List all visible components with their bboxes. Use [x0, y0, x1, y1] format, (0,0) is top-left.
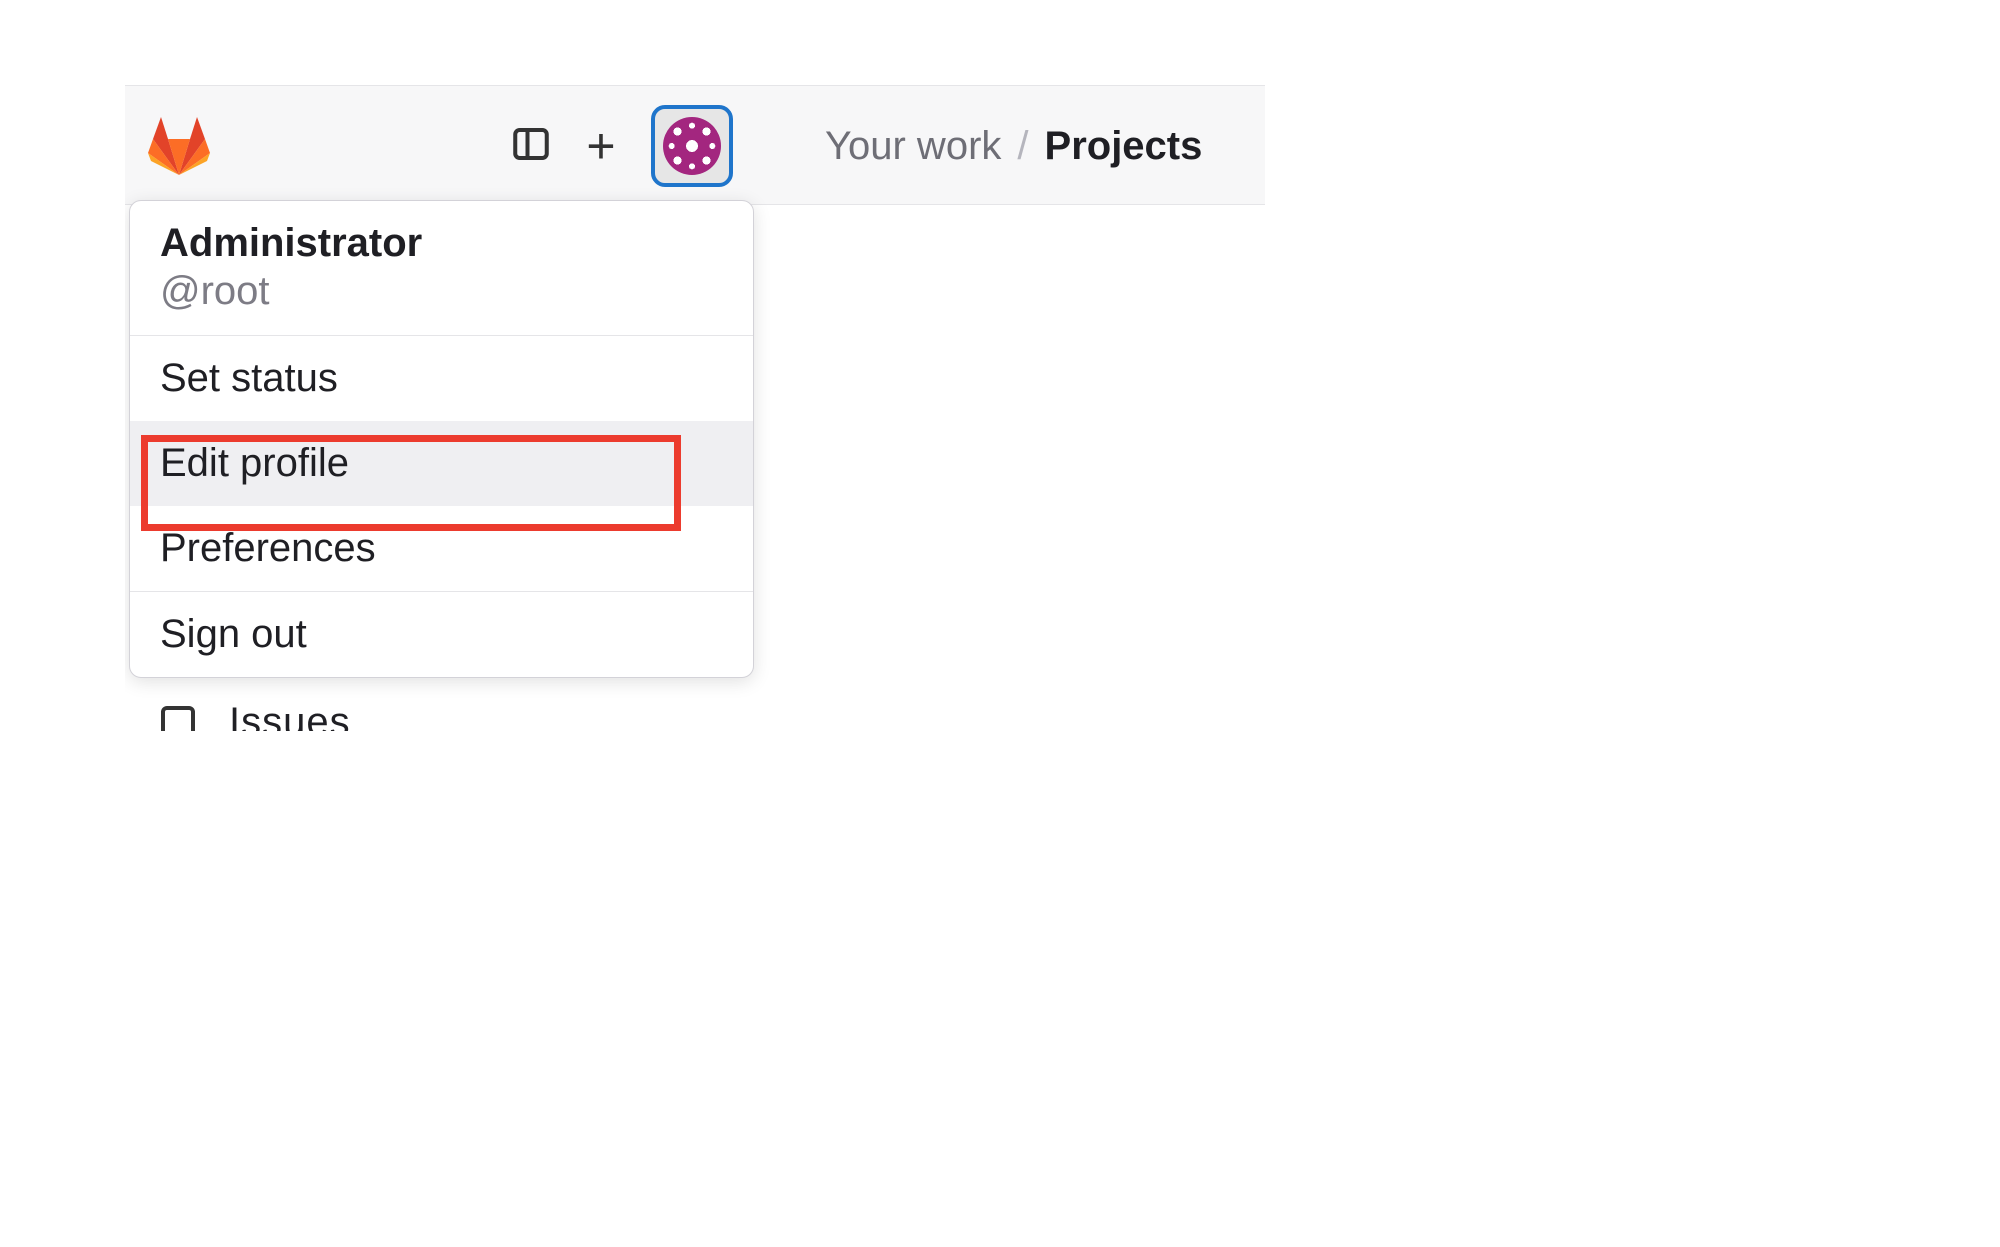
menu-item-sign-out[interactable]: Sign out: [130, 592, 753, 677]
plus-icon: +: [586, 118, 615, 174]
gitlab-logo-icon: [143, 107, 215, 184]
topbar-left: [125, 86, 215, 204]
sidebar-toggle-icon: [510, 123, 552, 170]
breadcrumb-current: Projects: [1045, 124, 1203, 169]
breadcrumb: Your work / Projects: [825, 124, 1202, 169]
app-frame: + Your work / Projects Administrator @ro…: [125, 85, 1265, 731]
menu-item-label: Preferences: [160, 526, 376, 570]
create-new-button[interactable]: +: [575, 120, 627, 172]
menu-item-edit-profile[interactable]: Edit profile: [130, 421, 753, 506]
menu-item-set-status[interactable]: Set status: [130, 336, 753, 421]
user-handle: @root: [160, 267, 723, 315]
topbar-actions: +: [505, 86, 733, 206]
breadcrumb-root[interactable]: Your work: [825, 124, 1001, 169]
sidebar-toggle-button[interactable]: [505, 120, 557, 172]
user-display-name: Administrator: [160, 219, 723, 267]
menu-item-preferences[interactable]: Preferences: [130, 506, 753, 591]
user-dropdown-header[interactable]: Administrator @root: [130, 201, 753, 336]
gitlab-logo[interactable]: [143, 107, 215, 184]
user-avatar-icon: [663, 117, 721, 175]
menu-item-label: Edit profile: [160, 441, 349, 485]
user-menu-button[interactable]: [651, 105, 733, 187]
issues-icon: [161, 706, 195, 732]
sidebar-item-issues[interactable]: Issues: [161, 700, 351, 731]
sidebar-item-label: Issues: [229, 700, 351, 731]
breadcrumb-separator: /: [1017, 124, 1028, 169]
user-dropdown: Administrator @root Set status Edit prof…: [129, 200, 754, 678]
menu-item-label: Sign out: [160, 612, 307, 656]
topbar: + Your work / Projects: [125, 85, 1265, 205]
menu-item-label: Set status: [160, 356, 338, 400]
